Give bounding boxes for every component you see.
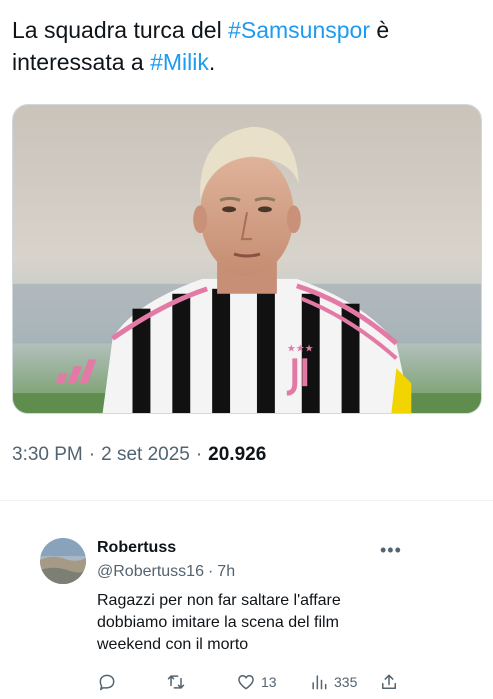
reply-tweet[interactable]: Robertuss @Robertuss16 · 7h ••• Ragazzi … (0, 530, 493, 699)
hashtag-samsunspor[interactable]: #Samsunspor (228, 17, 370, 43)
tweet-date[interactable]: 2 set 2025 (101, 444, 190, 466)
reply-handle[interactable]: @Robertuss16 (97, 563, 204, 581)
tweet-text-part: . (208, 49, 216, 75)
analytics-icon (312, 675, 327, 690)
reply-separator: · (207, 563, 214, 580)
tweet-views-count[interactable]: 20.926 (208, 444, 266, 466)
views-count: 335 (334, 674, 358, 690)
reply-actions: 13 335 (97, 672, 402, 694)
share-button[interactable] (379, 672, 399, 692)
meta-separator: · (88, 444, 96, 465)
more-options-icon[interactable]: ••• (380, 540, 402, 561)
reply-text: Ragazzi per non far saltare l'affare dob… (97, 592, 341, 653)
like-button[interactable]: 13 (236, 672, 277, 692)
meta-separator: · (195, 444, 203, 465)
avatar-image (40, 538, 86, 584)
tweet-text: La squadra turca del #Samsunspor è inter… (12, 14, 482, 78)
comment-button[interactable] (97, 672, 117, 692)
retweet-button[interactable] (166, 672, 186, 692)
heart-icon (238, 675, 254, 690)
svg-text:★★★: ★★★ (287, 343, 314, 354)
tweet-photo[interactable]: ★★★ (12, 104, 482, 414)
reply-age[interactable]: 7h (217, 563, 235, 581)
tweet-time[interactable]: 3:30 PM (12, 444, 83, 466)
reply-handle-row: @Robertuss16 · 7h (97, 563, 235, 581)
hashtag-milik[interactable]: #Milik (150, 49, 209, 75)
like-count: 13 (261, 674, 277, 690)
avatar[interactable] (40, 538, 86, 584)
tweet-meta: 3:30 PM · 2 set 2025 · 20.926 (12, 444, 266, 466)
views-button[interactable]: 335 (309, 672, 357, 692)
comment-icon (99, 674, 115, 691)
divider (0, 500, 493, 501)
retweet-icon (167, 675, 185, 689)
reply-author-name[interactable]: Robertuss (97, 539, 176, 557)
share-icon (382, 674, 396, 689)
tweet-text-part: La squadra turca del (12, 17, 229, 43)
player-photo: ★★★ (13, 105, 481, 413)
